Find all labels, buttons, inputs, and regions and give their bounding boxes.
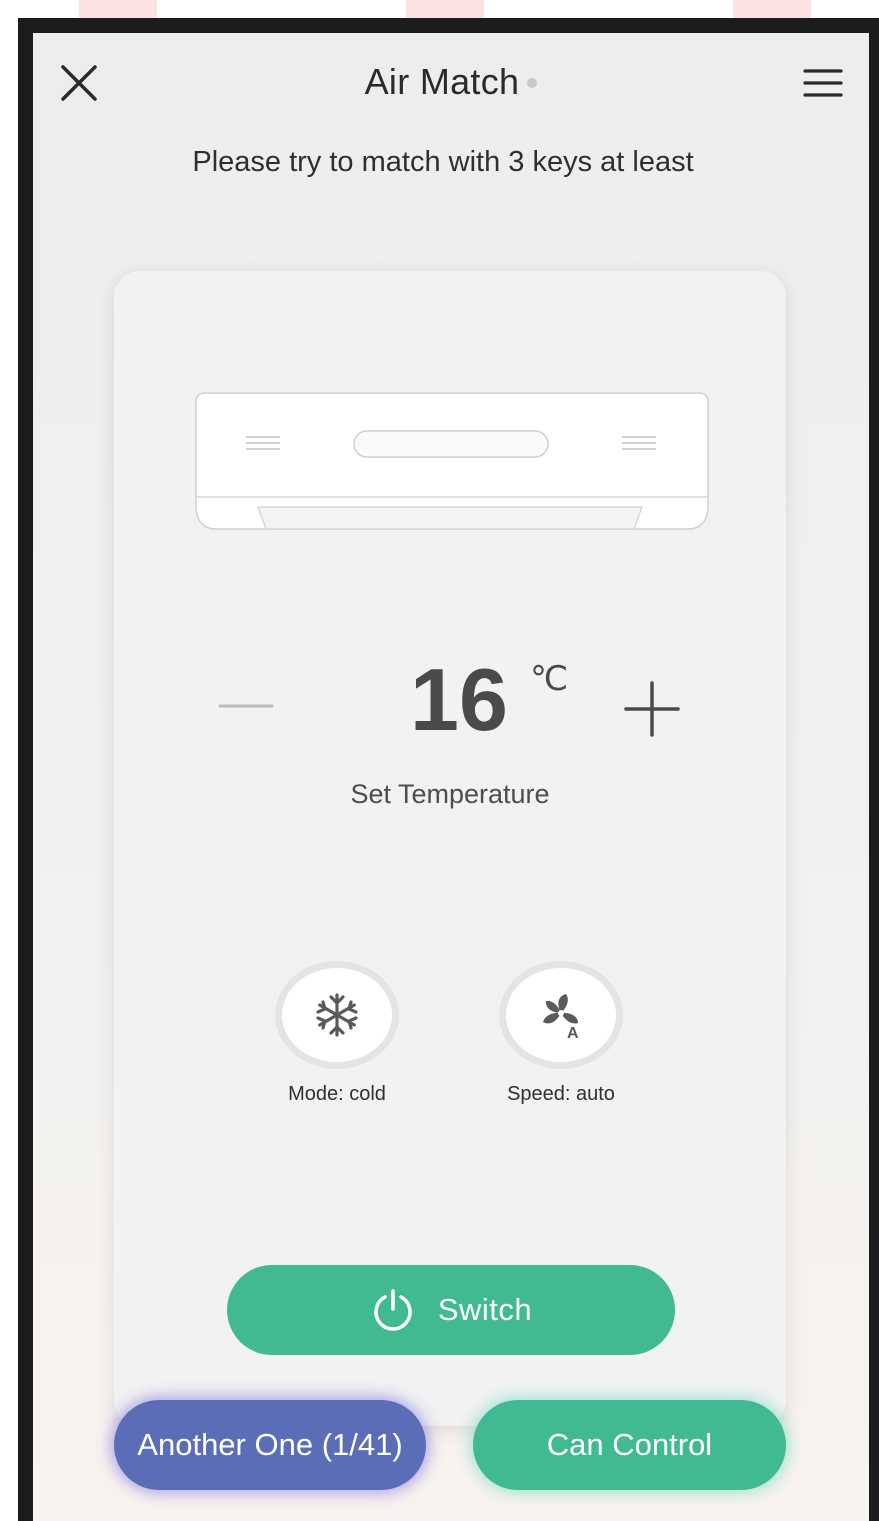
can-control-button[interactable]: Can Control <box>473 1400 786 1490</box>
fan-auto-icon: A <box>543 994 579 1040</box>
mode-label: Mode: cold <box>288 1083 386 1105</box>
top-decoration <box>733 0 811 18</box>
minus-icon[interactable] <box>218 691 274 721</box>
plus-icon[interactable] <box>622 679 682 739</box>
snowflake-icon <box>316 993 358 1037</box>
switch-label: Switch <box>437 1292 533 1327</box>
top-strip <box>0 0 879 18</box>
air-conditioner-unit <box>195 392 709 530</box>
temperature-value: 16 <box>410 650 508 749</box>
top-decoration <box>79 0 157 18</box>
another-one-button[interactable]: Another One (1/41) <box>114 1400 426 1490</box>
temperature-control: 16 ℃ <box>114 650 786 751</box>
speed-button[interactable]: A <box>499 961 623 1069</box>
power-icon <box>374 1289 412 1331</box>
remote-card: 16 ℃ Set Temperature Mode: cold A Speed:… <box>114 271 786 1426</box>
page-title-text: Air Match <box>364 61 520 102</box>
speed-label: Speed: auto <box>507 1083 615 1105</box>
temperature-unit: ℃ <box>530 660 569 698</box>
set-temperature-label: Set Temperature <box>350 779 550 809</box>
switch-button[interactable]: Switch <box>227 1265 675 1355</box>
air-match-screen: Air Match Please try to match with 3 key… <box>33 33 869 1521</box>
status-dot <box>527 78 538 88</box>
hamburger-menu-icon[interactable] <box>803 65 843 101</box>
mode-button[interactable] <box>275 961 399 1069</box>
svg-text:A: A <box>567 1025 579 1040</box>
instruction-text: Please try to match with 3 keys at least <box>192 146 694 178</box>
top-decoration <box>406 0 484 18</box>
page-title: Air Match <box>33 61 869 103</box>
